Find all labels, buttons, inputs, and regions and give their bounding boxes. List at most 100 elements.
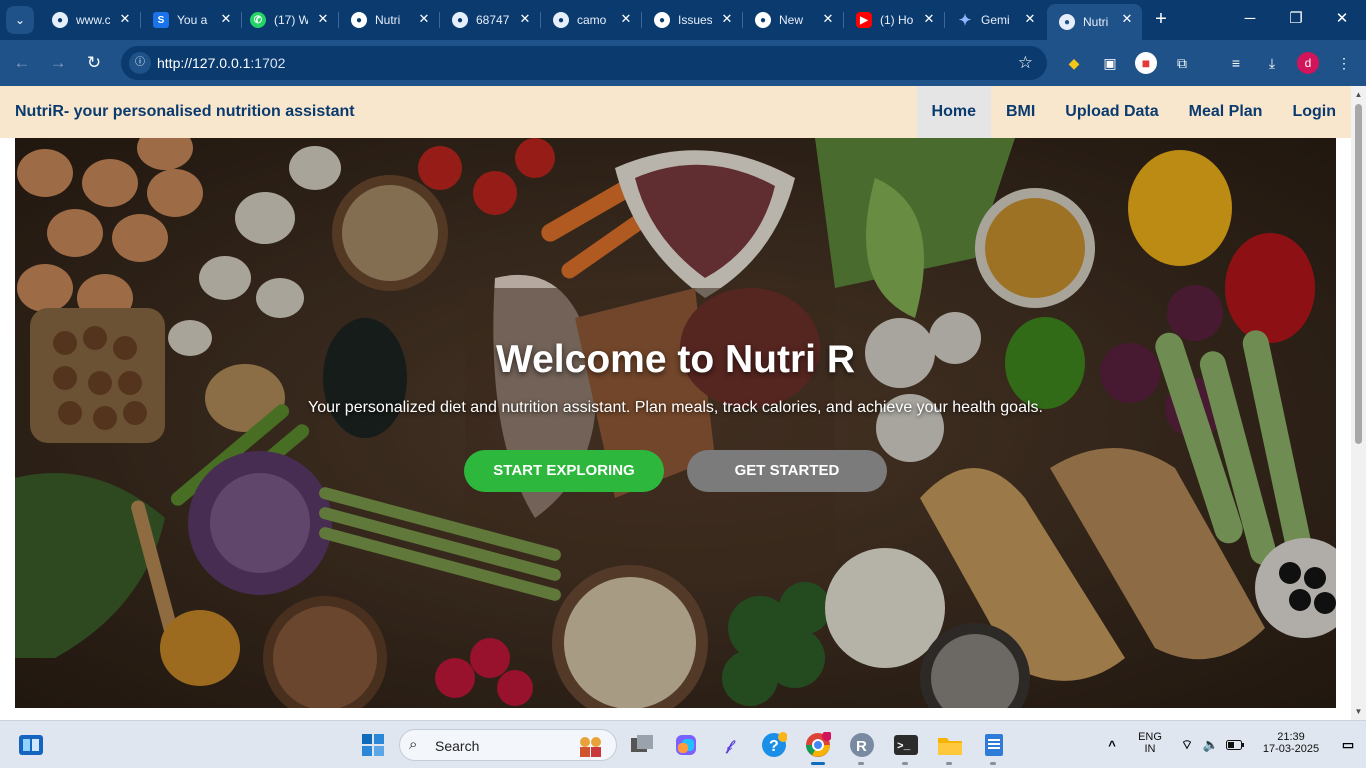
close-icon[interactable]: ✕ xyxy=(518,12,532,26)
get-started-button[interactable]: GET STARTED xyxy=(687,450,887,492)
close-icon[interactable]: ✕ xyxy=(219,12,233,26)
close-icon[interactable]: ✕ xyxy=(1120,12,1134,26)
globe-icon: ● xyxy=(1059,14,1075,30)
r-language-icon[interactable]: R xyxy=(848,731,876,759)
language-indicator[interactable]: ENG IN xyxy=(1136,731,1164,755)
site-info-icon[interactable]: ⓘ xyxy=(129,52,151,74)
url-text[interactable]: http://127.0.0.1:1702 xyxy=(157,55,285,71)
hero-overlay xyxy=(15,138,1336,708)
clock[interactable]: 21:39 17-03-2025 xyxy=(1255,731,1327,755)
new-tab-button[interactable]: + xyxy=(1150,8,1172,30)
browser-tab[interactable]: ● New ✕ xyxy=(743,4,844,36)
tab-title: Nutri xyxy=(1083,15,1109,29)
browser-tab[interactable]: ✆ (17) W ✕ xyxy=(238,4,339,36)
notifications-icon[interactable]: ▭ xyxy=(1334,731,1362,759)
browser-tab[interactable]: ● 68747 ✕ xyxy=(440,4,541,36)
browser-tab[interactable]: ● Issues ✕ xyxy=(642,4,743,36)
terminal-running-indicator xyxy=(902,762,908,765)
scroll-down-arrow-icon[interactable]: ▼ xyxy=(1354,707,1363,716)
tab-search-button[interactable]: ⌄ xyxy=(6,6,34,34)
browser-tab[interactable]: ● Nutri ✕ xyxy=(339,4,440,36)
restore-button[interactable]: ❐ xyxy=(1285,8,1307,30)
reload-button[interactable]: ↻ xyxy=(82,51,106,75)
download-icon[interactable]: ⤓ xyxy=(1261,52,1283,74)
github-icon: ● xyxy=(654,12,670,28)
s-logo-icon: S xyxy=(153,12,169,28)
close-icon[interactable]: ✕ xyxy=(720,12,734,26)
battery-icon[interactable] xyxy=(1221,731,1249,759)
notepad-icon[interactable] xyxy=(980,731,1008,759)
design-app-icon[interactable]: 𝒻 xyxy=(715,731,743,759)
page-viewport: NutriR- your personalised nutrition assi… xyxy=(0,86,1366,720)
close-icon[interactable]: ✕ xyxy=(821,12,835,26)
back-button[interactable]: ← xyxy=(10,51,34,75)
browser-tab[interactable]: ● camo ✕ xyxy=(541,4,642,36)
browser-tab-active[interactable]: ● Nutri ✕ xyxy=(1047,4,1142,40)
browser-toolbar: ← → ↻ ⓘ http://127.0.0.1:1702 ☆ ◆ ▣ ■ ⧉ … xyxy=(0,40,1366,86)
close-icon[interactable]: ✕ xyxy=(1023,12,1037,26)
browser-tab[interactable]: ✦ Gemi ✕ xyxy=(945,4,1045,36)
scroll-up-arrow-icon[interactable]: ▲ xyxy=(1354,90,1363,99)
taskbar-search-box[interactable]: ⌕ Search xyxy=(399,729,617,761)
profile-avatar[interactable]: d xyxy=(1297,52,1319,74)
address-bar[interactable]: ⓘ http://127.0.0.1:1702 ☆ xyxy=(121,46,1047,80)
github-icon: ● xyxy=(755,12,771,28)
scrollbar-thumb[interactable] xyxy=(1355,104,1362,444)
widgets-icon[interactable] xyxy=(17,731,45,759)
r-running-indicator xyxy=(858,762,864,765)
site-brand[interactable]: NutriR- your personalised nutrition assi… xyxy=(15,103,355,121)
tab-title: Gemi xyxy=(981,13,1010,27)
record-extension-icon[interactable]: ■ xyxy=(1135,52,1157,74)
search-highlight-illustration-icon xyxy=(580,737,601,757)
globe-icon: ● xyxy=(52,12,68,28)
nav-upload-data-link[interactable]: Upload Data xyxy=(1050,86,1173,138)
show-hidden-icons-chevron-icon[interactable]: ^ xyxy=(1098,731,1126,759)
extensions-puzzle-icon[interactable]: ⧉ xyxy=(1171,52,1193,74)
github-icon: ● xyxy=(351,12,367,28)
browser-tab[interactable]: ● www.c ✕ xyxy=(40,4,141,36)
task-view-icon[interactable] xyxy=(628,731,656,759)
browser-tab[interactable]: ▶ (1) Ho ✕ xyxy=(844,4,945,36)
close-icon[interactable]: ✕ xyxy=(118,12,132,26)
close-icon[interactable]: ✕ xyxy=(619,12,633,26)
get-help-icon[interactable]: ? xyxy=(760,731,788,759)
windows-taskbar: ⌕ Search 𝒻 ? R >_ ^ ENG IN ⌔ 🔈 21:39 17-03… xyxy=(0,720,1366,768)
close-icon[interactable]: ✕ xyxy=(922,12,936,26)
close-icon[interactable]: ✕ xyxy=(316,12,330,26)
start-exploring-button[interactable]: START EXPLORING xyxy=(464,450,664,492)
chrome-icon[interactable] xyxy=(804,731,832,759)
tab-title: camo xyxy=(577,13,607,27)
notepad-running-indicator xyxy=(990,762,996,765)
nav-meal-plan-link[interactable]: Meal Plan xyxy=(1174,86,1278,138)
browser-tab-strip: ⌄ ● www.c ✕ S You a ✕ ✆ (17) W ✕ ● Nutri… xyxy=(0,0,1366,40)
start-windows-icon[interactable] xyxy=(359,731,387,759)
nav-bmi-link[interactable]: BMI xyxy=(991,86,1050,138)
chevron-down-icon: ⌄ xyxy=(14,13,26,27)
close-window-button[interactable]: ✕ xyxy=(1331,8,1353,30)
file-explorer-icon[interactable] xyxy=(936,731,964,759)
copilot-icon[interactable] xyxy=(672,731,700,759)
highlighter-extension-icon[interactable]: ◆ xyxy=(1063,52,1085,74)
page-scrollbar[interactable]: ▲ ▼ xyxy=(1351,86,1366,720)
terminal-icon[interactable]: >_ xyxy=(892,731,920,759)
tab-title: 68747 xyxy=(476,13,510,27)
media-controls-icon[interactable]: ≡ xyxy=(1225,52,1247,74)
whatsapp-icon: ✆ xyxy=(250,12,266,28)
gemini-icon: ✦ xyxy=(958,12,972,29)
more-menu-icon[interactable]: ⋮ xyxy=(1333,52,1355,74)
nav-home-link[interactable]: Home xyxy=(916,86,991,138)
screen-capture-extension-icon[interactable]: ▣ xyxy=(1099,52,1121,74)
forward-button[interactable]: → xyxy=(46,51,70,75)
tab-title: www.c xyxy=(76,13,110,27)
youtube-icon: ▶ xyxy=(856,12,872,28)
hero-title: Welcome to Nutri R xyxy=(496,338,855,381)
search-icon: ⌕ xyxy=(409,736,418,753)
bookmark-star-icon[interactable]: ☆ xyxy=(1018,53,1033,73)
globe-icon: ● xyxy=(452,12,468,28)
close-icon[interactable]: ✕ xyxy=(417,12,431,26)
site-menu: Home BMI Upload Data Meal Plan Login xyxy=(916,86,1351,138)
tab-title: New xyxy=(779,13,804,27)
minimize-button[interactable]: ─ xyxy=(1239,8,1261,30)
browser-tab[interactable]: S You a ✕ xyxy=(141,4,242,36)
nav-login-link[interactable]: Login xyxy=(1277,86,1351,138)
